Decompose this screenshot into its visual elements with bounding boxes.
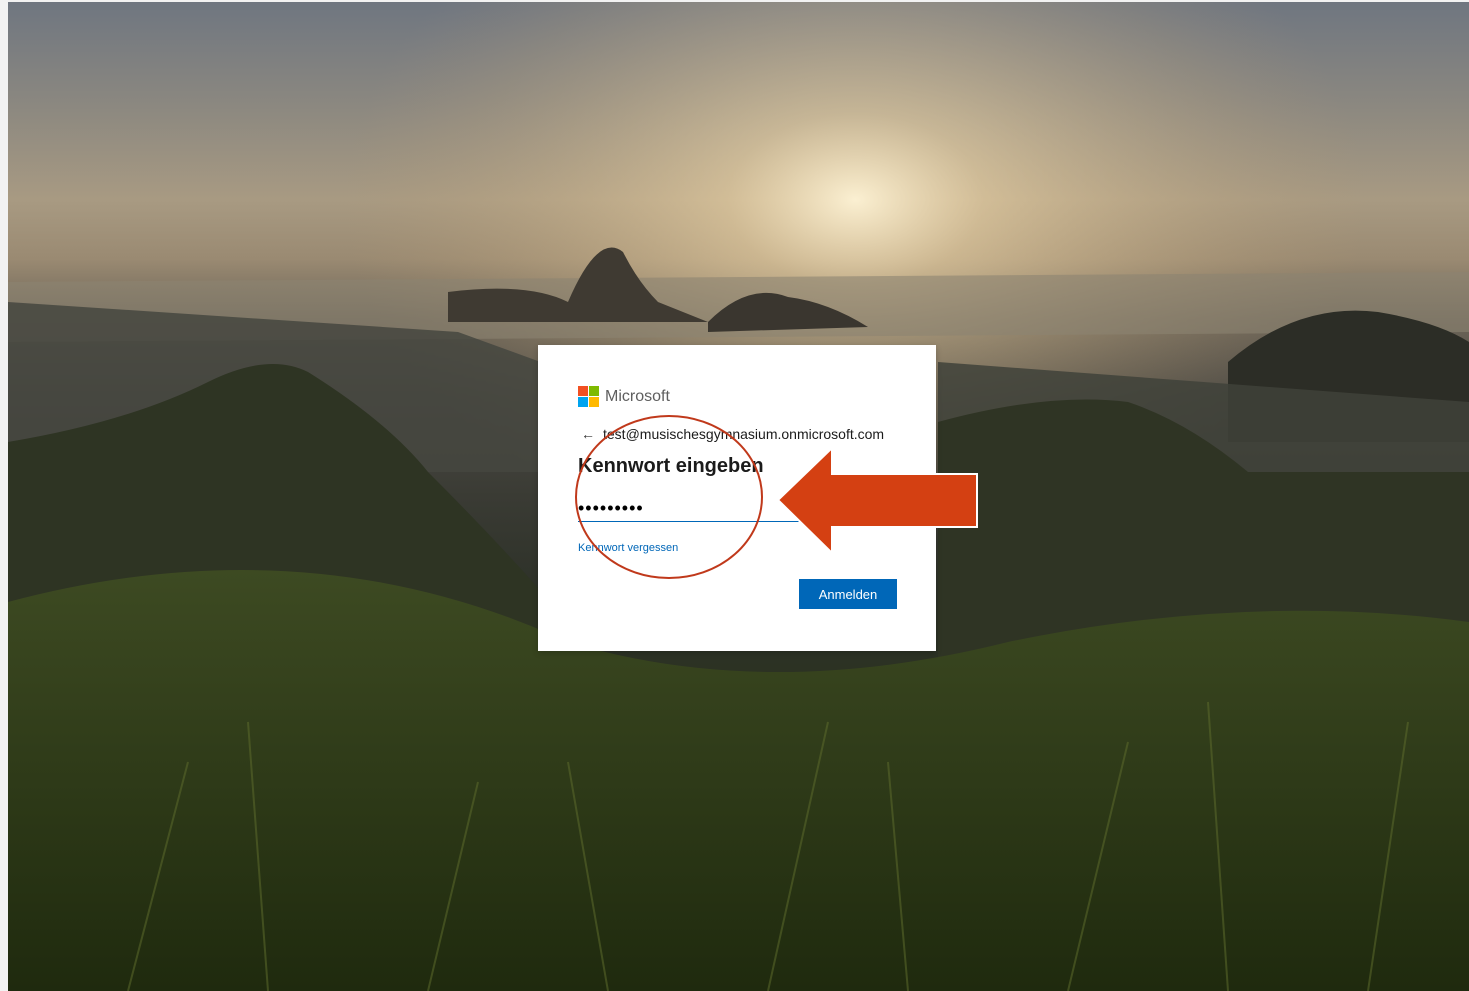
- arrow-left-icon[interactable]: ←: [581, 426, 595, 442]
- logo-square-blue: [578, 397, 588, 407]
- password-field[interactable]: [578, 495, 896, 522]
- brand-row: Microsoft: [578, 386, 670, 407]
- logo-square-red: [578, 386, 588, 396]
- microsoft-logo-icon: [578, 386, 599, 407]
- logo-square-yellow: [589, 397, 599, 407]
- page-title: Kennwort eingeben: [578, 455, 764, 477]
- signin-card: Microsoft ← test@musischesgymnasium.onmi…: [538, 345, 936, 651]
- identity-row: ← test@musischesgymnasium.onmicrosoft.co…: [581, 426, 884, 442]
- signin-button[interactable]: Anmelden: [799, 579, 897, 609]
- forgot-password-link[interactable]: Kennwort vergessen: [578, 542, 678, 554]
- screen: Microsoft ← test@musischesgymnasium.onmi…: [0, 0, 1469, 991]
- logo-square-green: [589, 386, 599, 396]
- identity-email: test@musischesgymnasium.onmicrosoft.com: [603, 426, 885, 442]
- brand-name: Microsoft: [605, 387, 670, 405]
